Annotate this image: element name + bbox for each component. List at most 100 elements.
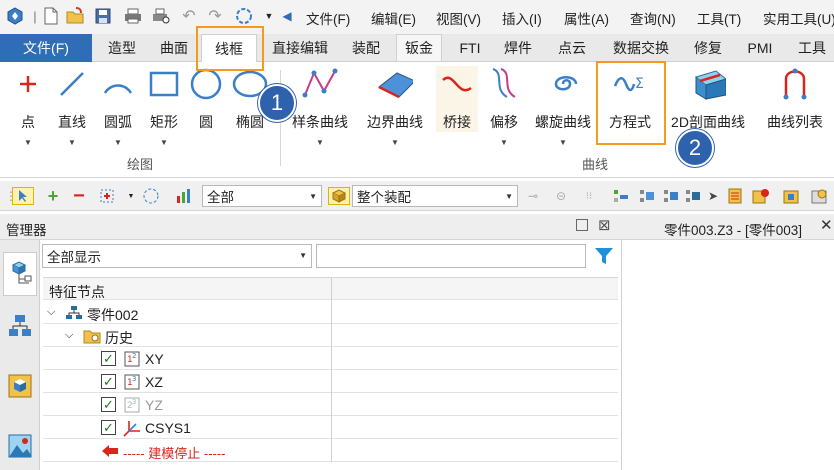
feature-tree-tab-icon[interactable] xyxy=(3,252,37,296)
tab-pmi[interactable]: PMI xyxy=(740,34,780,62)
menu-edit[interactable]: 编辑(E) xyxy=(371,8,416,28)
pick-filter-dropdown-icon[interactable]: ▼ xyxy=(122,187,140,205)
dropdown-arrow-icon[interactable]: ▼ xyxy=(160,138,168,147)
pick-filter-icon[interactable] xyxy=(98,187,116,205)
filter-option-2-icon[interactable] xyxy=(638,187,656,205)
lock-option-icon[interactable]: ⊝ xyxy=(552,187,570,205)
tree-row-plane-xz[interactable]: ✓ 13 XZ xyxy=(43,370,618,393)
tree-row-history[interactable]: ⌵ 历史 xyxy=(43,324,618,347)
save-icon[interactable] xyxy=(94,7,112,25)
dropdown-arrow-icon[interactable]: ▼ xyxy=(114,138,122,147)
pointer-option-icon[interactable]: ➤ xyxy=(704,187,722,205)
assembly-tree-tab-icon[interactable] xyxy=(6,312,34,340)
dropdown-arrow-icon[interactable]: ▼ xyxy=(316,138,324,147)
2d-section-curve-button[interactable]: 2D剖面曲线 xyxy=(668,66,748,132)
component-option-icon[interactable] xyxy=(782,187,800,205)
tree-row-stop-marker[interactable]: ----- 建模停止 ----- xyxy=(43,439,618,462)
add-filter-icon[interactable]: + xyxy=(44,186,62,206)
close-panel-icon[interactable]: ⊠ xyxy=(598,216,611,234)
region-select-icon[interactable] xyxy=(142,187,160,205)
dropdown-arrow-icon[interactable]: ▼ xyxy=(500,138,508,147)
line-button[interactable]: 直线 ▼ xyxy=(54,66,90,147)
tree-row-root[interactable]: ⌵ 零件002 xyxy=(43,301,618,324)
tab-assembly[interactable]: 装配 xyxy=(344,34,388,62)
remove-filter-icon[interactable]: − xyxy=(70,185,88,207)
open-file-icon[interactable] xyxy=(66,7,84,25)
bridge-button[interactable]: 桥接 xyxy=(436,66,478,132)
filter-option-3-icon[interactable] xyxy=(662,187,680,205)
document-tab-title[interactable]: 零件003.Z3 - [零件003] xyxy=(664,219,802,239)
arc-button[interactable]: 圆弧 ▼ xyxy=(100,66,136,147)
tree-row-plane-yz[interactable]: ✓ 23 YZ xyxy=(43,393,618,416)
dropdown-arrow-icon[interactable]: ▼ xyxy=(68,138,76,147)
dropdown-arrow-icon[interactable]: ▼ xyxy=(24,138,32,147)
dropdown-arrow-icon[interactable]: ▼ xyxy=(391,138,399,147)
settings-option-icon[interactable] xyxy=(810,187,828,205)
visibility-checkbox[interactable]: ✓ xyxy=(101,374,116,389)
image-manager-tab-icon[interactable] xyxy=(6,432,34,460)
tab-data-exchange[interactable]: 数据交换 xyxy=(606,34,676,62)
scope-filter-select[interactable]: 全部 ▼ xyxy=(202,185,322,207)
tab-weldment[interactable]: 焊件 xyxy=(496,34,540,62)
undo-icon[interactable]: ↶ xyxy=(180,7,198,25)
helix-button[interactable]: 螺旋曲线 ▼ xyxy=(532,66,594,147)
dropdown-arrow-icon[interactable]: ▼ xyxy=(559,138,567,147)
tab-direct-edit[interactable]: 直接编辑 xyxy=(262,34,338,62)
tab-sheet-metal[interactable]: 钣金 xyxy=(396,34,442,62)
visibility-checkbox[interactable]: ✓ xyxy=(101,397,116,412)
tree-row-csys[interactable]: ✓ CSYS1 xyxy=(43,416,618,439)
toggle-option-icon[interactable]: ⊸ xyxy=(524,187,542,205)
part-option-icon[interactable] xyxy=(752,187,770,205)
assembly-filter-icon[interactable] xyxy=(328,187,350,205)
feature-node-column-header[interactable]: 特征节点 xyxy=(49,282,105,302)
expand-chevron-icon[interactable]: ⌵ xyxy=(65,329,73,342)
assembly-scope-select[interactable]: 整个装配 ▼ xyxy=(352,185,518,207)
menu-insert[interactable]: 插入(I) xyxy=(502,8,542,28)
offset-button[interactable]: 偏移 ▼ xyxy=(486,66,522,147)
app-logo-icon[interactable] xyxy=(6,7,24,25)
restore-panel-icon[interactable] xyxy=(576,219,588,231)
filter-funnel-icon[interactable] xyxy=(592,244,616,268)
menu-file[interactable]: 文件(F) xyxy=(306,8,350,28)
tab-surface[interactable]: 曲面 xyxy=(152,34,196,62)
tab-file[interactable]: 文件(F) xyxy=(0,34,92,62)
menu-view[interactable]: 视图(V) xyxy=(436,8,481,28)
grid-option-icon[interactable]: ⁝⁝ xyxy=(580,187,598,205)
tree-row-plane-xy[interactable]: ✓ 12 XY xyxy=(43,347,618,370)
visibility-checkbox[interactable]: ✓ xyxy=(101,351,116,366)
spline-button[interactable]: 样条曲线 ▼ xyxy=(290,66,350,147)
scroll-left-icon[interactable]: ◀ xyxy=(278,7,296,25)
redo-icon[interactable]: ↷ xyxy=(206,7,224,25)
menu-tools[interactable]: 工具(T) xyxy=(697,8,741,28)
expand-chevron-icon[interactable]: ⌵ xyxy=(47,306,55,319)
list-option-icon[interactable] xyxy=(726,187,744,205)
print-icon[interactable] xyxy=(124,7,142,25)
close-document-icon[interactable]: ✕ xyxy=(820,216,833,234)
new-file-icon[interactable] xyxy=(42,7,60,25)
filter-option-1-icon[interactable] xyxy=(612,187,630,205)
visibility-checkbox[interactable]: ✓ xyxy=(101,420,116,435)
document-viewport[interactable] xyxy=(623,240,834,470)
point-button[interactable]: 点 ▼ xyxy=(10,66,46,147)
tab-repair[interactable]: 修复 xyxy=(688,34,728,62)
tab-modeling[interactable]: 造型 xyxy=(100,34,144,62)
filter-option-4-icon[interactable] xyxy=(684,187,702,205)
menu-query[interactable]: 查询(N) xyxy=(630,8,676,28)
display-filter-select[interactable]: 全部显示 ▼ xyxy=(42,244,312,268)
circle-button[interactable]: 圆 xyxy=(188,66,224,132)
view-manager-tab-icon[interactable] xyxy=(6,372,34,400)
select-pointer-icon[interactable] xyxy=(12,187,34,205)
menu-attributes[interactable]: 属性(A) xyxy=(564,8,609,28)
tab-tools[interactable]: 工具 xyxy=(790,34,834,62)
tree-search-input[interactable] xyxy=(316,244,586,268)
tab-fti[interactable]: FTI xyxy=(450,34,490,62)
boundary-curve-button[interactable]: 边界曲线 ▼ xyxy=(364,66,426,147)
curve-list-button[interactable]: 曲线列表 xyxy=(764,66,826,132)
statistics-icon[interactable] xyxy=(176,187,194,205)
menu-utilities[interactable]: 实用工具(U) xyxy=(763,8,834,28)
customize-dropdown-icon[interactable]: ▼ xyxy=(260,7,278,25)
tab-point-cloud[interactable]: 点云 xyxy=(550,34,594,62)
regenerate-icon[interactable] xyxy=(234,7,252,25)
rectangle-button[interactable]: 矩形 ▼ xyxy=(146,66,182,147)
print-preview-icon[interactable] xyxy=(152,7,170,25)
